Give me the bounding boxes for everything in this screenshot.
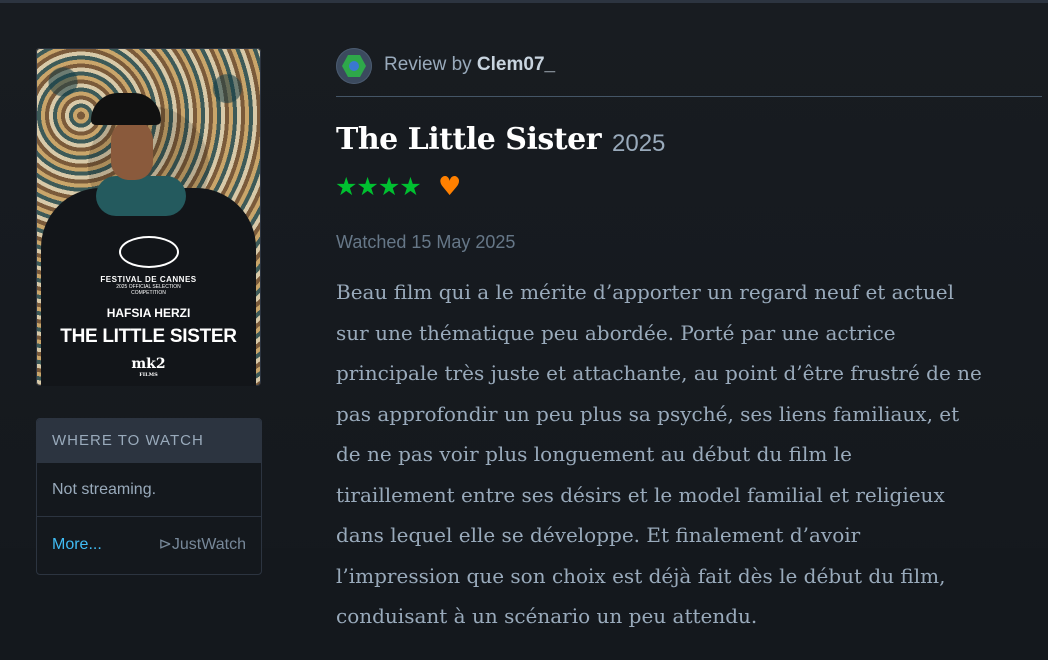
username-link[interactable]: Clem07_ (477, 54, 555, 75)
review-line: pas approfondir un peu plus sa psyché, s… (336, 401, 960, 426)
poster-actor: HAFSIA HERZI (106, 306, 191, 320)
poster-figure-cap (91, 93, 161, 125)
review-line: Beau film qui a le mérite d’apporter un … (336, 280, 954, 304)
watched-date: Watched 15 May 2025 (336, 232, 516, 252)
streaming-status: Not streaming. (37, 463, 261, 517)
review-byline: Review by Clem07_ (384, 54, 555, 76)
justwatch-link[interactable]: ⊳JustWatch (159, 517, 247, 573)
where-to-watch-panel: WHERE TO WATCH Not streaming. More... ⊳J… (36, 418, 262, 575)
review-by-label: Review by (384, 54, 477, 75)
poster-figure-hood (96, 176, 186, 216)
poster-distributor-sub: FILMS (139, 372, 158, 378)
rating-stars: ★★★★ (335, 172, 422, 201)
review-line: principale très juste et attachante, au … (336, 361, 982, 385)
poster-title: THE LITTLE SISTER (60, 326, 237, 347)
avatar[interactable] (336, 48, 372, 84)
film-year-link[interactable]: 2025 (612, 130, 665, 158)
avatar-dot-icon (349, 61, 359, 71)
review-line: conduisant à un scénario un peu attendu. (336, 604, 758, 628)
where-to-watch-footer: More... ⊳JustWatch (37, 517, 261, 573)
where-to-watch-heading: WHERE TO WATCH (37, 419, 261, 463)
cannes-laurel-icon (118, 236, 179, 268)
review-line: sur une thématique peu abordée. Porté pa… (336, 320, 896, 345)
header-divider (336, 96, 1042, 97)
poster-cannes-block: FESTIVAL DE CANNES 2025 OFFICIAL SELECTI… (36, 236, 261, 296)
poster-distributor: mk2 FILMS (36, 356, 261, 378)
poster-festival: FESTIVAL DE CANNES (100, 275, 197, 284)
poster-figure-face (111, 120, 153, 180)
liked-heart-icon: ♥ (438, 172, 462, 202)
top-border (0, 0, 1048, 3)
poster-selection-2: COMPETITION (131, 290, 166, 296)
review-line: tiraillement entre ses désirs et le mode… (336, 482, 945, 507)
review-line: de ne pas voir plus longuement au début … (336, 442, 852, 466)
poster-distributor-logo: mk2 (131, 356, 166, 372)
film-poster[interactable]: FESTIVAL DE CANNES 2025 OFFICIAL SELECTI… (36, 48, 261, 386)
more-link[interactable]: More... (52, 536, 102, 553)
review-body: Beau film qui a le mérite d’apporter un … (336, 272, 1042, 637)
review-line: dans lequel elle se développe. Et finale… (336, 523, 861, 547)
review-line: l’impression que son choix est déjà fait… (336, 563, 946, 588)
film-title-link[interactable]: The Little Sister (336, 122, 602, 157)
